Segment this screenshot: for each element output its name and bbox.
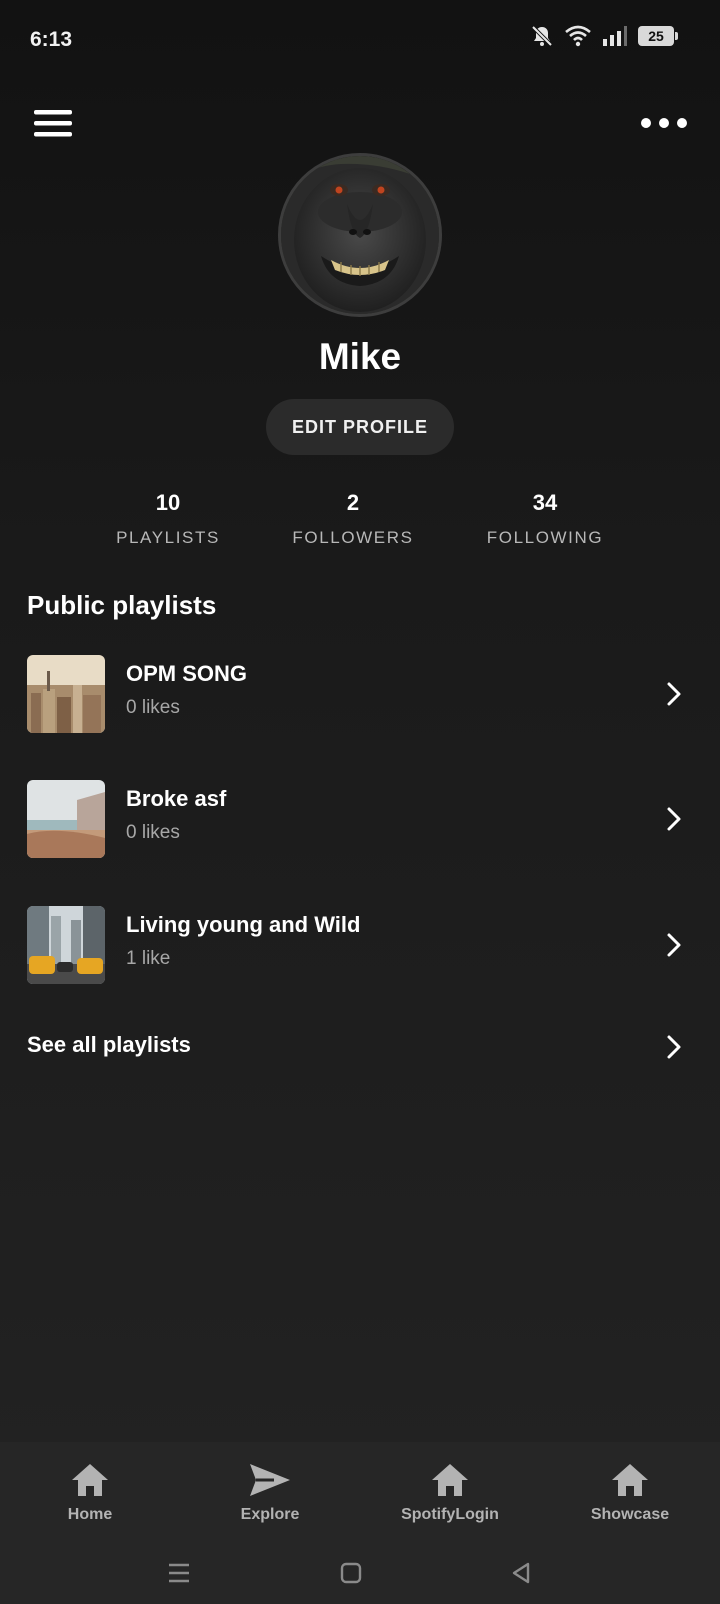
nav-item-explore[interactable]: Explore [185, 1460, 355, 1524]
nav-label: Showcase [590, 1506, 670, 1523]
avatar[interactable] [278, 153, 442, 317]
status-bar: 6:13 25 [0, 0, 720, 82]
playlist-title: Broke asf [126, 786, 227, 811]
menu-button[interactable] [32, 106, 74, 140]
stat-label: PLAYLISTS [116, 528, 220, 547]
stat-label: FOLLOWING [486, 528, 604, 547]
stat-followers[interactable]: 2 FOLLOWERS [253, 490, 453, 548]
stat-value: 2 [346, 490, 360, 515]
status-icons: 25 [530, 24, 678, 48]
see-all-playlists-button[interactable]: See all playlists [0, 1018, 720, 1078]
playlist-thumbnail [27, 655, 105, 733]
stat-playlists[interactable]: 10 PLAYLISTS [68, 490, 268, 548]
stat-value: 34 [532, 490, 558, 515]
chevron-right-icon [667, 682, 681, 706]
nav-item-home[interactable]: Home [5, 1460, 175, 1524]
bell-muted-icon [531, 25, 553, 47]
bottom-nav: Home Explore SpotifyLogin Showcase [0, 1442, 720, 1542]
edit-profile-button[interactable]: EDIT PROFILE [266, 399, 454, 455]
profile-name: Mike [318, 336, 402, 377]
stat-label: FOLLOWERS [292, 528, 414, 547]
see-all-label: See all playlists [27, 1032, 191, 1057]
wifi-icon [565, 25, 591, 47]
home-icon [72, 1464, 108, 1496]
chevron-right-icon [667, 807, 681, 831]
home-icon [432, 1464, 468, 1496]
system-navigation-bar [0, 1542, 720, 1604]
playlist-item[interactable]: OPM SONG 0 likes [0, 639, 720, 739]
avatar-monkey-image [281, 156, 439, 314]
playlist-likes: 0 likes [126, 697, 180, 718]
stat-following[interactable]: 34 FOLLOWING [445, 490, 645, 548]
stat-value: 10 [155, 490, 181, 515]
status-time: 6:13 [30, 28, 73, 51]
nav-label: Explore [240, 1506, 300, 1523]
more-options-button[interactable] [640, 110, 688, 136]
nav-item-showcase[interactable]: Showcase [545, 1460, 715, 1524]
section-title: Public playlists [27, 590, 217, 620]
playlist-item[interactable]: Broke asf 0 likes [0, 764, 720, 864]
more-options-icon [641, 118, 687, 128]
send-icon [250, 1464, 290, 1496]
hamburger-menu-icon [34, 110, 72, 137]
playlist-thumbnail [27, 906, 105, 984]
nav-label: SpotifyLogin [401, 1506, 499, 1523]
chevron-right-icon [667, 1035, 681, 1059]
recents-icon[interactable] [164, 1558, 194, 1588]
nav-label: Home [67, 1506, 113, 1523]
playlist-likes: 0 likes [126, 822, 180, 843]
nav-item-spotifylogin[interactable]: SpotifyLogin [365, 1460, 535, 1524]
playlist-likes: 1 like [126, 948, 171, 969]
back-triangle-icon[interactable] [506, 1558, 536, 1588]
signal-icon [603, 26, 627, 46]
chevron-right-icon [667, 933, 681, 957]
playlist-item[interactable]: Living young and Wild 1 like [0, 890, 720, 990]
playlist-thumbnail [27, 780, 105, 858]
home-square-icon[interactable] [336, 1558, 366, 1588]
home-icon [612, 1464, 648, 1496]
playlist-title: OPM SONG [126, 661, 248, 686]
battery-icon: 25 [638, 26, 678, 46]
playlist-title: Living young and Wild [126, 912, 361, 937]
